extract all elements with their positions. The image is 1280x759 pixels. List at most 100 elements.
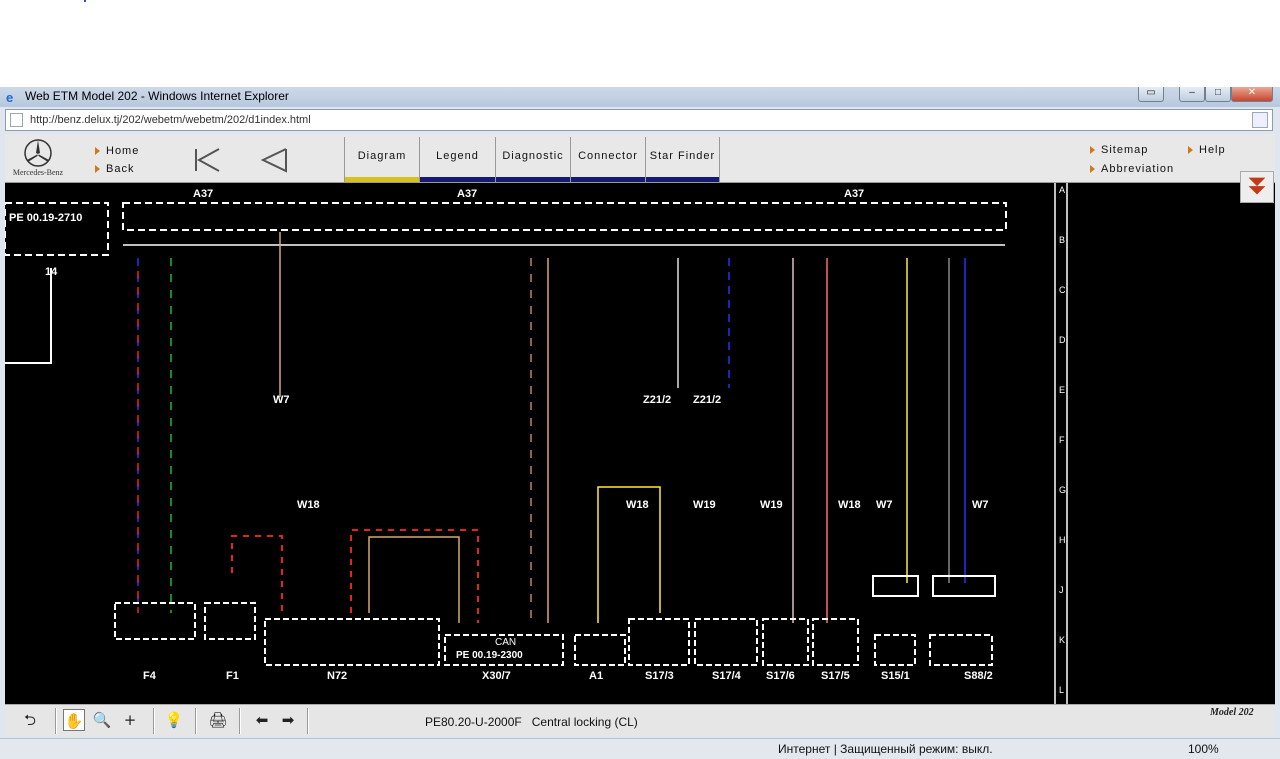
tab-diagnostic[interactable]: Diagnostic <box>495 137 570 182</box>
label-s17-3: S17/3 <box>645 670 674 682</box>
zoom-icon[interactable]: 🔍 <box>91 709 113 731</box>
reference-line <box>5 268 52 364</box>
label-w18-1: W18 <box>297 499 320 511</box>
row-d: D <box>1059 335 1066 345</box>
s15-1-box <box>874 634 916 666</box>
tab-star-finder[interactable]: Star Finder <box>645 137 720 182</box>
s17-4-box <box>694 618 758 666</box>
ie-logo-icon: e <box>6 90 14 105</box>
mercedes-star-icon <box>24 139 52 167</box>
label-a37-3: A37 <box>844 188 864 200</box>
abbreviation-link[interactable]: Abbreviation <box>1090 163 1174 175</box>
module-a37-box <box>122 202 1007 231</box>
wire-bn-loop <box>368 536 460 623</box>
s88-2-box <box>929 634 993 666</box>
wiring-diagram[interactable]: A37 A37 A37 PE 00.19-2710 14 W7 Z21/2 Z2… <box>5 183 1275 704</box>
label-w7-2: W7 <box>876 499 893 511</box>
tab-diagram[interactable]: Diagram <box>344 137 419 182</box>
zoom-level[interactable]: 100% <box>1188 742 1219 756</box>
row-j: J <box>1059 585 1064 595</box>
bottom-toolbar: ⮌ ✋ 🔍 + 💡 🖨 ⬅ ➡ PE80.20-U-2000F Central … <box>5 704 1275 736</box>
document-title: PE80.20-U-2000F Central locking (CL) <box>425 715 638 729</box>
etm-app: Mercedes-Benz Home Back Diagram Legend D… <box>5 134 1275 736</box>
tab-star-finder-label: Star Finder <box>649 150 716 162</box>
toolbar-separator <box>195 708 197 734</box>
label-s17-5: S17/5 <box>821 670 850 682</box>
toolbar-separator <box>239 708 241 734</box>
page-icon <box>10 113 23 127</box>
tab-legend-label: Legend <box>436 150 479 162</box>
x1-right-box <box>932 575 996 597</box>
compat-view-icon[interactable] <box>1252 112 1268 128</box>
row-h: H <box>1059 535 1066 545</box>
maximize-button[interactable]: □ <box>1205 87 1231 102</box>
crosshair-icon[interactable]: + <box>119 709 141 731</box>
label-w19-1: W19 <box>693 499 716 511</box>
home-link[interactable]: Home <box>95 145 139 157</box>
toolbar-separator <box>307 708 309 734</box>
label-s17-4: S17/4 <box>712 670 742 682</box>
label-n72: N72 <box>327 670 347 682</box>
sitemap-link[interactable]: Sitemap <box>1090 144 1148 156</box>
minimize-button[interactable]: – <box>1179 87 1205 102</box>
label-s88-2: S88/2 <box>964 670 993 682</box>
tab-legend[interactable]: Legend <box>419 137 495 182</box>
back-link[interactable]: Back <box>95 163 134 175</box>
mercedes-logo: Mercedes-Benz <box>7 138 69 182</box>
app-header: Mercedes-Benz Home Back Diagram Legend D… <box>5 134 1275 183</box>
brand-text: Mercedes-Benz <box>12 168 64 177</box>
label-s17-6: S17/6 <box>766 670 795 682</box>
label-w18-2: W18 <box>626 499 649 511</box>
help-link[interactable]: Help <box>1188 144 1226 156</box>
wire-rdye <box>231 535 283 613</box>
label-w18-3: W18 <box>838 499 861 511</box>
toolbar-separator <box>153 708 155 734</box>
label-z21-1: Z21/2 <box>643 394 671 406</box>
arrow-right-icon[interactable]: ➡ <box>277 709 299 731</box>
fuse-f4-box <box>114 602 196 640</box>
address-bar[interactable]: http://benz.delux.tj/202/webetm/webetm/2… <box>5 109 1273 131</box>
a1-box <box>574 634 626 666</box>
toolbar-separator <box>55 708 57 734</box>
row-c: C <box>1059 285 1066 295</box>
s17-5-box <box>812 618 859 666</box>
pan-hand-icon[interactable]: ✋ <box>63 709 85 731</box>
label-f1: F1 <box>226 670 239 682</box>
label-pe-ref: PE 00.19-2710 <box>9 212 82 224</box>
row-g: G <box>1059 485 1066 495</box>
restore-app-button[interactable]: ▭ <box>1138 87 1164 102</box>
row-f: F <box>1059 435 1065 445</box>
close-button[interactable]: ✕ <box>1231 87 1273 102</box>
label-s15-1: S15/1 <box>881 670 910 682</box>
tab-connector[interactable]: Connector <box>570 137 645 182</box>
window-title: Web ETM Model 202 - Windows Internet Exp… <box>25 89 289 103</box>
tab-diagram-label: Diagram <box>357 150 407 162</box>
label-z21-2: Z21/2 <box>693 394 721 406</box>
label-f4: F4 <box>143 670 157 682</box>
browser-window: e Web ETM Model 202 - Windows Internet E… <box>0 87 1280 759</box>
row-l: L <box>1059 685 1064 695</box>
print-icon[interactable]: 🖨 <box>207 709 229 731</box>
row-e: E <box>1059 385 1065 395</box>
return-icon[interactable]: ⮌ <box>19 709 41 731</box>
row-b: B <box>1059 235 1065 245</box>
title-bar: e Web ETM Model 202 - Windows Internet E… <box>0 87 1280 107</box>
label-pe-x30: PE 00.19-2300 <box>456 650 523 661</box>
s17-3-box <box>628 618 690 666</box>
previous-page-icon[interactable] <box>260 146 288 174</box>
n72-box <box>264 618 440 666</box>
row-k: K <box>1059 635 1065 645</box>
label-w19-2: W19 <box>760 499 783 511</box>
address-url: http://benz.delux.tj/202/webetm/webetm/2… <box>30 114 311 126</box>
bulb-icon[interactable]: 💡 <box>163 709 185 731</box>
label-w7-3: W7 <box>972 499 989 511</box>
arrow-left-icon[interactable]: ⬅ <box>251 709 273 731</box>
label-a1: A1 <box>589 670 603 682</box>
tab-diagnostic-label: Diagnostic <box>502 150 564 162</box>
doc-title: Central locking (CL) <box>531 715 638 729</box>
label-w7-top: W7 <box>273 394 290 406</box>
first-page-icon[interactable] <box>193 146 221 174</box>
tab-connector-label: Connector <box>578 150 638 162</box>
model-badge: Model 202 <box>1210 707 1254 718</box>
row-a: A <box>1059 185 1065 195</box>
